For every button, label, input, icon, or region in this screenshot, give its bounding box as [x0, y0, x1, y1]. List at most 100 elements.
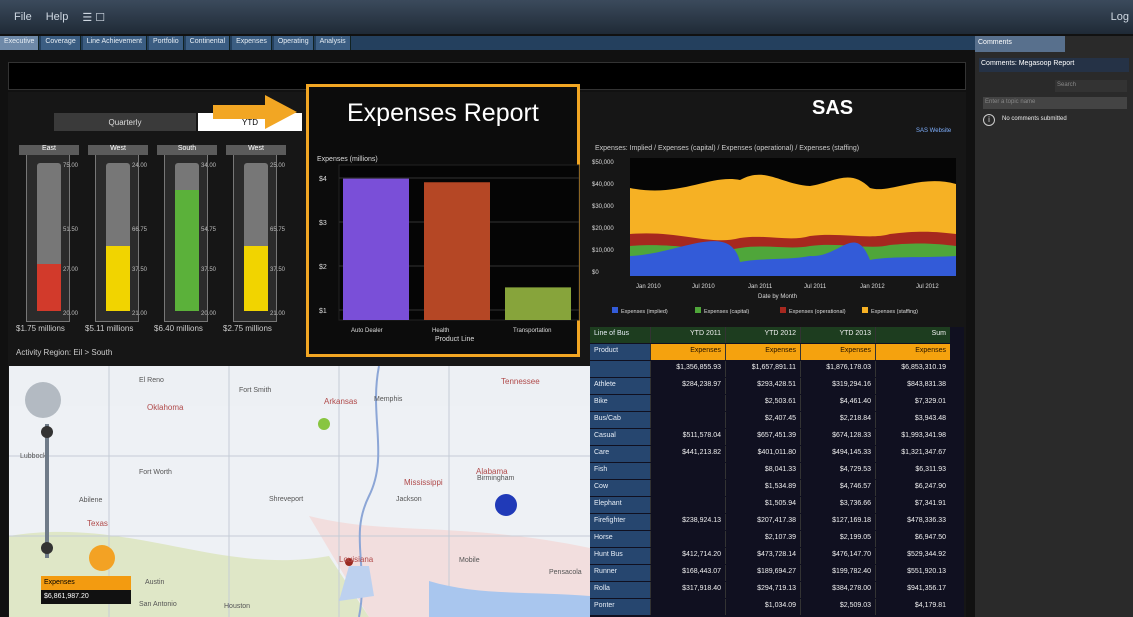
cell: $238,924.13: [650, 514, 725, 530]
svg-text:Lubbock: Lubbock: [20, 453, 47, 460]
menu-file[interactable]: File: [14, 11, 32, 23]
sas-link[interactable]: SAS Website: [916, 128, 951, 134]
state-mississippi: Mississippi: [404, 478, 443, 487]
cell: $529,344.92: [875, 548, 950, 564]
cell: $293,428.51: [725, 378, 800, 394]
cell: $4,746.57: [800, 480, 875, 496]
cell: $6,853,310.19: [875, 361, 950, 377]
gauge-tube: [175, 163, 199, 311]
area-x-tick: Jan 2012: [860, 284, 885, 290]
cell: $478,336.33: [875, 514, 950, 530]
area-y-tick: $0: [592, 270, 599, 276]
y-axis-label: Expenses (millions): [317, 156, 378, 163]
gauge-tick: 65.75: [270, 227, 286, 233]
tab-expenses[interactable]: Expenses: [232, 36, 272, 50]
legend-swatch: [862, 307, 868, 313]
table-row: Care $441,213.82 $401,011.80 $494,145.33 $1,…: [590, 446, 950, 462]
expenses-report-panel: Expenses Report Expenses (millions) Produ…: [306, 84, 580, 357]
svg-text:Mobile: Mobile: [459, 557, 480, 564]
table-row: Bus/Cab $2,407.45 $2,218.84 $3,943.48: [590, 412, 950, 428]
app-frame: File Help ☰ ☐ Log Executive Coverage Lin…: [0, 0, 1133, 617]
y-tick-label: $1: [319, 308, 327, 315]
cell: [650, 395, 725, 411]
cell: $207,417.38: [725, 514, 800, 530]
cell: $319,294.16: [800, 378, 875, 394]
cell: $412,714.20: [650, 548, 725, 564]
arrow-icon: [213, 95, 297, 129]
zoom-thumb[interactable]: [41, 426, 53, 438]
tab-coverage[interactable]: Coverage: [41, 36, 81, 50]
cell: $1,505.94: [725, 497, 800, 513]
gauge-fill: [175, 189, 199, 311]
logout-link[interactable]: Log: [1111, 11, 1129, 23]
cell: $1,321,347.67: [875, 446, 950, 462]
region-map[interactable]: El Reno Fort Smith Memphis Fort Worth Sh…: [9, 366, 590, 617]
table-row: Fish $8,041.33 $4,729.53 $6,311.93: [590, 463, 950, 479]
gauge-fill: [106, 245, 130, 311]
tab-quarterly[interactable]: Quarterly: [54, 113, 196, 131]
row-label: Rolla: [590, 582, 650, 598]
expenses-bar-chart: Expenses (millions) Product Line $4 $3 $2 $1 A…: [317, 156, 580, 343]
cell: $284,238.97: [650, 378, 725, 394]
expenses-crosstab: Line of Bus YTD 2011 YTD 2012 YTD 2013 Sum Pr…: [590, 327, 964, 617]
table-row: Elephant $1,505.94 $3,736.66 $7,341.91: [590, 497, 950, 513]
cell: $189,694.27: [725, 565, 800, 581]
svg-text:Austin: Austin: [145, 579, 165, 586]
cell: $2,509.03: [800, 599, 875, 615]
menu-help[interactable]: Help: [46, 11, 69, 23]
comments-tab[interactable]: Comments: [975, 36, 1065, 52]
tab-operating[interactable]: Operating: [273, 36, 314, 50]
cell: $441,213.82: [650, 446, 725, 462]
area-y-tick: $50,000: [592, 160, 614, 166]
cell: $3,736.66: [800, 497, 875, 513]
map-legend-title[interactable]: Expenses: [41, 576, 131, 590]
zoom-slider[interactable]: [45, 424, 49, 558]
map-pan-control[interactable]: [25, 382, 61, 418]
cell: $384,278.00: [800, 582, 875, 598]
state-arkansas: Arkansas: [324, 397, 357, 406]
menubar: File Help ☰ ☐ Log: [0, 0, 1133, 34]
toolbar-icons[interactable]: ☰ ☐: [82, 11, 105, 24]
cell: $4,179.81: [875, 599, 950, 615]
row-label: Cow: [590, 480, 650, 496]
drill-path[interactable]: Activity Region: Eil > South: [16, 348, 112, 357]
row-label: Firefighter: [590, 514, 650, 530]
cell: $843,831.38: [875, 378, 950, 394]
table-header-year: Line of Bus YTD 2011 YTD 2012 YTD 2013 Sum: [590, 327, 950, 343]
bar-label: Auto Dealer: [351, 328, 383, 334]
comments-panel: Comments Comments: Megasoop Report Searc…: [975, 36, 1133, 617]
cell: $941,356.17: [875, 582, 950, 598]
svg-text:Memphis: Memphis: [374, 396, 403, 403]
gauge-tick: 66.75: [132, 227, 148, 233]
row-label: [590, 361, 650, 377]
legend-label: Expenses (operational): [789, 309, 846, 315]
cell: [650, 599, 725, 615]
row-label: Fish: [590, 463, 650, 479]
sas-logo: SAS: [812, 97, 854, 119]
area-y-tick: $40,000: [592, 182, 614, 188]
gauge-tick: 20.00: [63, 311, 79, 317]
tab-portfolio[interactable]: Portfolio: [148, 36, 184, 50]
area-x-tick: Jan 2011: [748, 284, 773, 290]
tab-analysis[interactable]: Analysis: [315, 36, 351, 50]
gauge-value: $1.75 millions: [16, 324, 65, 333]
comments-search-button[interactable]: Search: [1055, 80, 1127, 92]
comments-filter-input[interactable]: Enter a topic name: [983, 97, 1127, 109]
map-legend-value: $6,861,987.20: [41, 590, 131, 604]
svg-text:San Antonio: San Antonio: [139, 601, 177, 608]
tab-executive[interactable]: Executive: [0, 36, 40, 50]
tab-continental[interactable]: Continental: [185, 36, 231, 50]
zoom-minus-icon[interactable]: [41, 542, 53, 554]
cell: $6,247.90: [875, 480, 950, 496]
table-row: Runner $168,443.07 $189,694.27 $199,782.40 $…: [590, 565, 950, 581]
svg-text:Houston: Houston: [224, 603, 250, 610]
gauge-label: East: [19, 145, 79, 155]
tab-line-achievement[interactable]: Line Achievement: [82, 36, 147, 50]
table-row: Firefighter $238,924.13 $207,417.38 $127,16…: [590, 514, 950, 530]
state-louisiana: Louisiana: [339, 555, 374, 564]
state-alabama: Alabama: [476, 467, 508, 476]
gauge-tick: 37.50: [201, 267, 217, 273]
area-x-tick: Jul 2011: [804, 284, 827, 290]
table-row: Hunt Bus $412,714.20 $473,728.14 $476,147.7…: [590, 548, 950, 564]
gauge-south: South 34.00 54.75 37.50 20.00: [157, 145, 217, 322]
